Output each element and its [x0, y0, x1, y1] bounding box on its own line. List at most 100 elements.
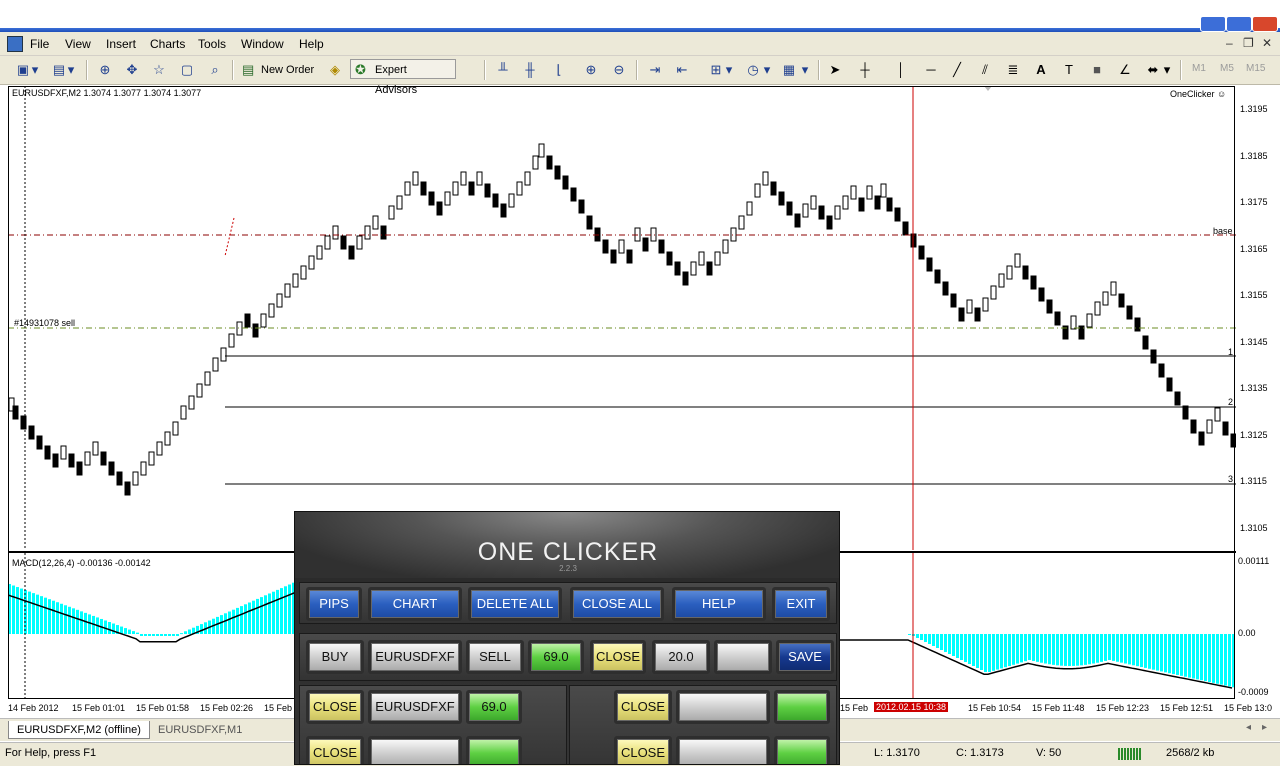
zoom-in-icon[interactable]: ⊕ [582, 61, 600, 79]
vertical-line-icon[interactable]: │ [892, 61, 910, 79]
macd-histogram-bar [948, 634, 951, 654]
position-symbol-field[interactable]: EURUSDFXF [368, 690, 462, 724]
templates-icon[interactable]: ▦ [780, 61, 798, 79]
tab-eurusdfxf-m1[interactable]: EURUSDFXF,M1 [150, 721, 250, 739]
menu-help[interactable]: Help [299, 37, 324, 51]
position-value-field[interactable] [466, 736, 522, 764]
timeframe-m5[interactable]: M5 [1220, 63, 1234, 74]
menu-file[interactable]: File [30, 37, 49, 51]
tab-scroll-left-icon[interactable]: ◂ [1246, 722, 1251, 733]
menu-charts[interactable]: Charts [150, 37, 185, 51]
maximize-window-button[interactable] [1226, 16, 1252, 32]
auto-scroll-icon[interactable]: ⇥ [646, 61, 664, 79]
terminal-icon[interactable]: ▢ [178, 61, 196, 79]
tab-scroll-right-icon[interactable]: ▸ [1262, 722, 1267, 733]
indicators-icon[interactable]: ⊞ [707, 61, 725, 79]
chart-shift-icon[interactable]: ⇤ [673, 61, 691, 79]
timeframe-m1[interactable]: M1 [1192, 63, 1206, 74]
menu-window[interactable]: Window [241, 37, 284, 51]
dropdown-arrow-icon[interactable]: ▾ [724, 61, 734, 79]
macd-histogram-bar [964, 634, 967, 662]
delete-all-button[interactable]: DELETE ALL [468, 587, 562, 621]
close-position-button[interactable]: CLOSE [614, 736, 672, 764]
trendline-icon[interactable]: ╱ [948, 61, 966, 79]
close-window-button[interactable] [1252, 16, 1278, 32]
empty-field[interactable] [714, 640, 772, 674]
menu-insert[interactable]: Insert [106, 37, 136, 51]
position-value-field[interactable] [774, 690, 830, 724]
menu-tools[interactable]: Tools [198, 37, 226, 51]
buy-button[interactable]: BUY [306, 640, 364, 674]
price-axis[interactable]: 1.3195 1.3185 1.3175 1.3165 1.3155 1.3145 1.31… [1236, 86, 1280, 699]
equidistant-channel-icon[interactable]: ⫽ [976, 61, 994, 79]
line-chart-icon[interactable]: ⌊ [550, 61, 568, 79]
candlestick-icon[interactable]: ╫ [521, 61, 539, 79]
close-position-button[interactable]: CLOSE [306, 736, 364, 764]
dropdown-arrow-icon[interactable]: ▾ [66, 61, 76, 79]
mdi-restore-icon[interactable]: ❐ [1243, 36, 1254, 50]
chart-shift-marker[interactable] [984, 86, 992, 91]
dropdown-arrow-icon[interactable]: ▾ [30, 61, 40, 79]
macd-histogram-bar [164, 634, 167, 636]
position-symbol-field[interactable] [368, 736, 462, 764]
up-brick [618, 239, 625, 254]
drawn-trendline[interactable] [224, 217, 235, 257]
price-chart[interactable] [8, 86, 1236, 550]
strategy-tester-icon[interactable]: ⌕ [206, 61, 224, 79]
position-value-field[interactable] [774, 736, 830, 764]
menu-view[interactable]: View [65, 37, 91, 51]
navigator-icon[interactable]: ✥ [123, 61, 141, 79]
cursor-icon[interactable]: ➤ [826, 61, 844, 79]
close-button[interactable]: CLOSE [590, 640, 646, 674]
rectangle-icon[interactable]: ■ [1088, 61, 1106, 79]
close-all-button[interactable]: CLOSE ALL [570, 587, 664, 621]
timeframe-m15[interactable]: M15 [1246, 63, 1265, 74]
angle-icon[interactable]: ∠ [1116, 61, 1134, 79]
down-brick [44, 445, 51, 460]
mdi-close-icon[interactable]: ✕ [1262, 36, 1272, 50]
zoom-out-icon[interactable]: ⊖ [610, 61, 628, 79]
horizontal-line-icon[interactable]: ─ [922, 61, 940, 79]
expert-advisors-button[interactable]: ✪ Expert Advisors [350, 59, 456, 96]
exit-button[interactable]: EXIT [772, 587, 830, 621]
fibonacci-icon[interactable]: ≣ [1004, 61, 1022, 79]
save-button[interactable]: SAVE [776, 640, 834, 674]
macd-histogram-bar [264, 595, 267, 634]
sell-button[interactable]: SELL [466, 640, 524, 674]
connection-status-icon[interactable] [1118, 748, 1142, 760]
down-brick [642, 237, 649, 252]
favorites-icon[interactable]: ☆ [150, 61, 168, 79]
close-position-button[interactable]: CLOSE [614, 690, 672, 724]
arrows-icon[interactable]: ⬌ [1144, 61, 1162, 79]
metaeditor-icon[interactable]: ◈ [326, 61, 344, 79]
minimize-window-button[interactable] [1200, 16, 1226, 32]
macd-histogram-bar [252, 600, 255, 634]
text-icon[interactable]: A [1032, 61, 1050, 79]
help-button[interactable]: HELP [672, 587, 766, 621]
position-symbol-field[interactable] [676, 736, 770, 764]
value-field[interactable]: 20.0 [652, 640, 710, 674]
close-position-button[interactable]: CLOSE [306, 690, 364, 724]
symbol-field[interactable]: EURUSDFXF [368, 640, 462, 674]
periods-icon[interactable]: ◷ [744, 61, 762, 79]
crosshair-icon[interactable]: ┼ [856, 61, 874, 79]
text-label-icon[interactable]: T [1060, 61, 1078, 79]
down-brick [902, 221, 909, 236]
pips-button[interactable]: PIPS [306, 587, 362, 621]
position-symbol-field[interactable] [676, 690, 770, 724]
lots-field[interactable]: 69.0 [528, 640, 584, 674]
down-brick [340, 235, 347, 250]
market-watch-icon[interactable]: ⊕ [96, 61, 114, 79]
position-value-field[interactable]: 69.0 [466, 690, 522, 724]
bar-chart-icon[interactable]: ╨ [494, 61, 512, 79]
chart-button[interactable]: CHART [368, 587, 462, 621]
tab-eurusdfxf-m2-offline[interactable]: EURUSDFXF,M2 (offline) [8, 721, 150, 739]
dropdown-arrow-icon[interactable]: ▾ [762, 61, 772, 79]
down-brick [942, 281, 949, 296]
mdi-minimize-icon[interactable]: – [1226, 36, 1233, 50]
app-icon [7, 36, 23, 52]
new-order-button[interactable]: ▤ New Order [238, 59, 322, 79]
up-brick [998, 273, 1005, 288]
dropdown-arrow-icon[interactable]: ▾ [800, 61, 810, 79]
dropdown-arrow-icon[interactable]: ▾ [1162, 61, 1172, 79]
